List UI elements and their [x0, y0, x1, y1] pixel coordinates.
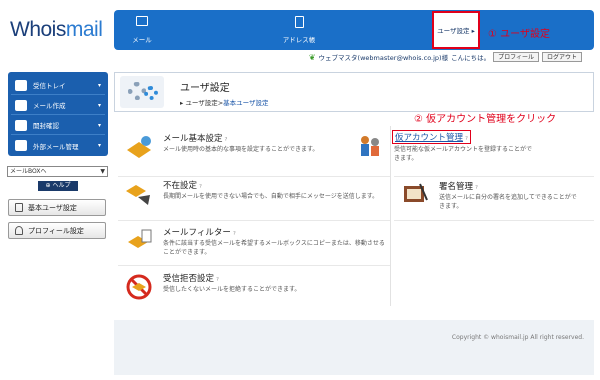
copyright: Copyright © whoismail.jp All right reser… [451, 334, 584, 341]
basic-user-settings-button[interactable]: 基本ユーザ設定 [8, 199, 106, 216]
card-mail-basic: メール基本設定? メール使用時の基本的な事項を設定することができます。 [118, 128, 354, 178]
inbox-icon [15, 79, 27, 91]
sidebar-item-external-mail[interactable]: 外部メール管理 ▾ [11, 136, 105, 155]
card-temp-account: 仮アカウント管理? 受信可能な仮メールアカウントを登録することができます。 [349, 128, 585, 178]
mail-settings-icon [127, 136, 151, 158]
page-title: ユーザ設定 [180, 83, 230, 94]
chevron-down-icon: ▾ [97, 81, 101, 89]
signature-link[interactable]: 署名管理? [439, 180, 478, 192]
chevron-down-icon: ▾ [97, 142, 101, 149]
whoismail-logo[interactable]: Whoismail [10, 18, 103, 42]
external-mail-icon [15, 140, 27, 151]
reject-link[interactable]: 受信拒否設定? [163, 272, 219, 284]
profile-settings-button[interactable]: プロフィール設定 [8, 222, 106, 239]
read-receipt-icon [15, 119, 27, 131]
sidebar-item-read-receipt[interactable]: 開封確認 ▾ [11, 116, 105, 135]
absence-icon [126, 185, 150, 205]
temp-account-icon [361, 136, 379, 156]
compose-icon [15, 99, 27, 111]
user-bar: ❦ ウェブマスタ(webmaster@whois.co.jp)様 こんにちは。 … [309, 52, 582, 62]
mail-icon [136, 16, 148, 26]
absence-link[interactable]: 不在設定? [163, 179, 202, 191]
nav-addressbook[interactable]: アドレス帳 [264, 10, 334, 50]
signature-icon [404, 183, 428, 202]
chevron-down-icon: ▾ [97, 121, 101, 129]
filter-link[interactable]: メールフィルター? [163, 226, 236, 238]
temp-account-link[interactable]: 仮アカウント管理? [392, 130, 471, 144]
settings-doc-icon [15, 203, 23, 212]
filter-icon [128, 229, 152, 248]
help-icon: ? [465, 136, 468, 142]
sidebar-item-compose[interactable]: メール作成 ▾ [11, 96, 105, 115]
help-icon: ? [216, 277, 219, 283]
reject-icon [126, 274, 152, 300]
breadcrumb: ▸ ユーザ設定>基本ユーザ設定 [180, 99, 269, 107]
card-reject: 受信拒否設定? 受信したくないメールを拒絶することができます。 [118, 268, 354, 318]
logout-button[interactable]: ログアウト [541, 52, 582, 62]
help-icon: ? [475, 185, 478, 191]
mail-basic-link[interactable]: メール基本設定? [163, 132, 227, 144]
person-icon [15, 226, 23, 235]
nav-user-settings[interactable]: ユーザ設定 ▸ [432, 11, 480, 49]
nav-mail[interactable]: メール [122, 10, 162, 50]
footer: Copyright © whoismail.jp All right reser… [114, 320, 594, 375]
help-icon: ? [199, 184, 202, 190]
help-icon: ? [232, 231, 236, 237]
annotation-step1: ① ユーザ設定 [488, 29, 550, 40]
sprout-icon: ❦ [308, 52, 316, 62]
card-absence: 不在設定? 長期間メールを使用できない場合でも、自動で相手にメッセージを送信しま… [118, 175, 378, 225]
sidebar-menu: 受信トレイ ▾ メール作成 ▾ 開封確認 ▾ 外部メール管理 ▾ [8, 72, 108, 156]
user-name: ウェブマスタ(webmaster@whois.co.jp)様 [318, 54, 449, 62]
addressbook-icon [295, 16, 304, 28]
breadcrumb-current[interactable]: 基本ユーザ設定 [223, 99, 268, 107]
sidebar-item-inbox[interactable]: 受信トレイ ▾ [11, 76, 105, 95]
help-icon: ? [224, 137, 228, 143]
annotation-step2: ② 仮アカウント管理をクリック [414, 114, 557, 125]
page-header: ユーザ設定 ▸ ユーザ設定>基本ユーザ設定 [114, 72, 594, 112]
card-signature: 署名管理? 送信メールに自分の署名を追加してできることができます。 [394, 176, 600, 226]
chevron-down-icon: ▾ [97, 101, 101, 109]
gears-icon [120, 76, 164, 108]
mailbox-select[interactable]: メールBOXへ ▼ [7, 166, 108, 177]
greeting: こんにちは。 [451, 54, 491, 62]
profile-button[interactable]: プロフィール [493, 52, 539, 62]
dropdown-arrow-icon: ▼ [100, 168, 105, 175]
help-badge[interactable]: ⊕ ヘルプ [38, 181, 78, 191]
card-filter: メールフィルター? 条件に該当する受信メールを希望するメールボックスにコピーまた… [118, 222, 385, 272]
